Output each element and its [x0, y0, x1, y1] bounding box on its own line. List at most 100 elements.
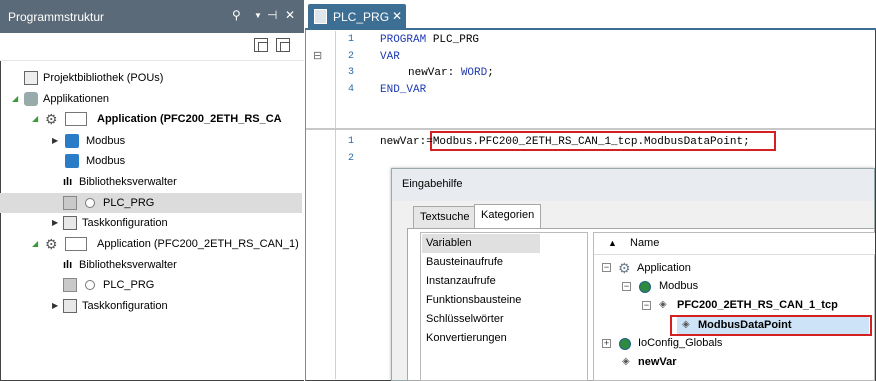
tree-item-label: Application (PFC200_2ETH_RS_CAN_1): [97, 238, 299, 250]
tree-item-label: Bibliotheksverwalter: [79, 176, 177, 188]
dialog-title: Eingabehilfe: [402, 178, 463, 190]
globe-icon: [639, 281, 651, 293]
struct-icon: ◈: [659, 299, 667, 310]
category-item[interactable]: Funktionsbausteine: [426, 291, 521, 310]
category-item-variablen[interactable]: Variablen: [422, 234, 540, 253]
panel-toolbar: [0, 33, 304, 61]
program-icon: [314, 9, 327, 24]
variable-icon: ◈: [622, 356, 630, 367]
person-search-icon[interactable]: ⚲: [232, 8, 241, 22]
tree-item-bibliotheksverwalter-2[interactable]: ılı Bibliotheksverwalter: [0, 255, 302, 275]
identifier: newVar:=: [380, 136, 433, 148]
code-line-4[interactable]: END_VAR: [380, 84, 426, 96]
tree-item-label: Modbus: [86, 135, 126, 147]
collapse-node-icon[interactable]: −: [642, 301, 651, 310]
tab-kategorien[interactable]: Kategorien: [474, 204, 542, 228]
expand-all-icon[interactable]: [254, 38, 268, 52]
tree-item-label: Modbus: [86, 155, 126, 167]
line-number: 2: [347, 51, 354, 62]
tree-item-taskkonfiguration-2[interactable]: ▶ Taskkonfiguration: [0, 296, 302, 316]
tree-node-label: PFC200_2ETH_RS_CAN_1_tcp: [677, 299, 838, 311]
collapse-icon[interactable]: ⊟: [313, 49, 322, 62]
category-label: Bausteinaufrufe: [426, 256, 504, 268]
sort-arrow-icon: ▲: [608, 238, 617, 248]
dropdown-icon[interactable]: ▼: [254, 11, 262, 20]
tree-item-projektbibliothek[interactable]: Projektbibliothek (POUs): [0, 68, 302, 88]
device-box-icon: [65, 112, 87, 126]
tree-item-plc-prg-selected[interactable]: PLC_PRG: [0, 193, 302, 213]
program-icon: [63, 196, 77, 210]
tree-item-label: Taskkonfiguration: [82, 217, 168, 229]
category-item[interactable]: Schlüsselwörter: [426, 310, 504, 329]
inserted-expression: Modbus.PFC200_2ETH_RS_CAN_1_tcp.ModbusDa…: [432, 136, 750, 148]
gear-icon: ⚙: [45, 111, 58, 127]
tree-node-label: newVar: [638, 356, 677, 368]
tree-item-label: Projektbibliothek (POUs): [43, 72, 164, 84]
tree-item-bibliotheksverwalter[interactable]: ılı Bibliotheksverwalter: [0, 172, 302, 192]
library-manager-icon: ılı: [63, 259, 73, 271]
tab-label: PLC_PRG: [333, 10, 390, 24]
code-line-3[interactable]: newVar: WORD;: [408, 67, 494, 79]
tree-item-application-2[interactable]: ◢ ⚙ Application (PFC200_2ETH_RS_CAN_1): [0, 234, 302, 254]
keyword: END_VAR: [380, 84, 427, 96]
category-label: Schlüsselwörter: [426, 313, 504, 325]
category-item[interactable]: Instanzaufrufe: [426, 272, 496, 291]
struct-icon: ◈: [682, 319, 690, 330]
library-manager-icon: ılı: [63, 176, 73, 188]
globe-icon: [619, 338, 631, 350]
tree-item-modbus[interactable]: Modbus: [0, 151, 302, 171]
tree-item-taskkonfiguration[interactable]: ▶ Taskkonfiguration: [0, 213, 302, 233]
category-label: Funktionsbausteine: [426, 294, 522, 306]
pin-icon[interactable]: ⊣: [267, 8, 277, 22]
close-icon[interactable]: ✕: [285, 8, 295, 22]
tree-item-applikationen[interactable]: ◢ Applikationen: [0, 89, 302, 109]
tree-node-label: Application: [637, 262, 691, 274]
collapsed-triangle-icon[interactable]: ▶: [52, 131, 58, 151]
status-circle-icon: [85, 280, 95, 290]
category-item[interactable]: Bausteinaufrufe: [426, 253, 503, 272]
line-number: 2: [347, 153, 354, 164]
status-circle-icon: [85, 198, 95, 208]
tree-item-label: Bibliotheksverwalter: [79, 259, 177, 271]
library-icon: [24, 71, 38, 85]
tree-item-plc-prg-2[interactable]: PLC_PRG: [0, 275, 302, 295]
editor-splitter[interactable]: [306, 128, 875, 130]
column-name-label: Name: [630, 237, 660, 249]
panel-title: Programmstruktur: [8, 10, 105, 24]
expanded-triangle-icon[interactable]: ◢: [32, 109, 38, 129]
tree-item-modbus-folder[interactable]: ▶ Modbus: [0, 131, 302, 151]
collapse-all-icon[interactable]: [276, 38, 290, 52]
code-line-1[interactable]: PROGRAM PLC_PRG: [380, 34, 479, 46]
line-number: 1: [347, 34, 354, 45]
line-number: 1: [347, 136, 354, 147]
tree-node-label: Modbus: [659, 280, 699, 292]
tree-item-label: Applikationen: [43, 93, 110, 105]
tree-item-label: PLC_PRG: [103, 279, 155, 291]
punctuation: ;: [487, 67, 494, 79]
folder-icon: [65, 154, 79, 168]
dialog-titlebar[interactable]: Eingabehilfe: [392, 169, 874, 201]
category-label: Instanzaufrufe: [426, 275, 496, 287]
collapse-node-icon[interactable]: −: [622, 282, 631, 291]
tree-node-label: IoConfig_Globals: [638, 337, 723, 349]
category-label: Variablen: [426, 237, 472, 249]
device-box-icon: [65, 237, 87, 251]
collapse-node-icon[interactable]: −: [602, 263, 611, 272]
tab-plc-prg[interactable]: PLC_PRG ✕: [308, 4, 406, 30]
code-body-line-1[interactable]: newVar:=Modbus.PFC200_2ETH_RS_CAN_1_tcp.…: [380, 136, 750, 148]
code-line-2[interactable]: VAR: [380, 51, 400, 63]
applications-icon: [24, 92, 38, 106]
tree-item-application-active[interactable]: ◢ ⚙ Application (PFC200_2ETH_RS_CA: [0, 109, 302, 129]
category-item[interactable]: Konvertierungen: [426, 329, 507, 348]
tab-textsuche[interactable]: Textsuche: [413, 206, 477, 228]
tab-close-icon[interactable]: ✕: [392, 9, 402, 23]
collapsed-triangle-icon[interactable]: ▶: [52, 213, 58, 233]
collapsed-triangle-icon[interactable]: ▶: [52, 296, 58, 316]
category-label: Konvertierungen: [426, 332, 507, 344]
task-config-icon: [63, 216, 77, 230]
expanded-triangle-icon[interactable]: ◢: [12, 89, 18, 109]
identifier: newVar:: [408, 67, 461, 79]
expanded-triangle-icon[interactable]: ◢: [32, 234, 38, 254]
tree-column-header[interactable]: ▲ Name: [594, 233, 875, 255]
expand-node-icon[interactable]: +: [602, 339, 611, 348]
